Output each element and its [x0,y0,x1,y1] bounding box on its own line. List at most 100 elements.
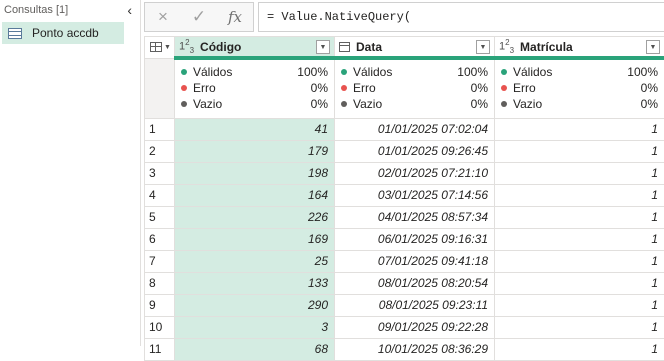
cell-matricula[interactable]: 1 [495,316,664,338]
quality-value: 0% [471,81,488,95]
table-row[interactable]: 522604/01/2025 08:57:341 [145,206,664,228]
column-quality-matricula: Válidos100% Erro0% Vazio0% [495,58,664,118]
filter-dropdown-icon[interactable]: ▼ [316,40,330,54]
cell-data[interactable]: 01/01/2025 07:02:04 [335,118,495,140]
table-row[interactable]: 10309/01/2025 09:22:281 [145,316,664,338]
quality-value: 0% [311,81,328,95]
table-row[interactable]: 416403/01/2025 07:14:561 [145,184,664,206]
query-item-ponto-accdb[interactable]: Ponto accdb [2,22,124,44]
cell-data[interactable]: 08/01/2025 09:23:11 [335,294,495,316]
cell-matricula[interactable]: 1 [495,294,664,316]
cell-codigo[interactable]: 179 [175,140,335,162]
cell-data[interactable]: 07/01/2025 09:41:18 [335,250,495,272]
cell-codigo[interactable]: 133 [175,272,335,294]
query-item-label: Ponto accdb [32,26,99,40]
quality-value: 0% [471,97,488,111]
column-name: Matrícula [520,40,573,54]
cell-data[interactable]: 01/01/2025 09:26:45 [335,140,495,162]
cell-matricula[interactable]: 1 [495,228,664,250]
filter-dropdown-icon[interactable]: ▼ [476,40,490,54]
cell-codigo[interactable]: 164 [175,184,335,206]
number-type-icon[interactable]: 123 [499,38,514,55]
cancel-icon[interactable]: × [150,7,176,27]
row-number[interactable]: 1 [145,118,175,140]
quality-label: Válidos [353,65,457,79]
cell-data[interactable]: 10/01/2025 08:36:29 [335,338,495,360]
table-row[interactable]: 813308/01/2025 08:20:541 [145,272,664,294]
cell-codigo[interactable]: 25 [175,250,335,272]
cell-data[interactable]: 06/01/2025 09:16:31 [335,228,495,250]
table-row[interactable]: 14101/01/2025 07:02:041 [145,118,664,140]
quality-label: Erro [353,81,471,95]
cell-matricula[interactable]: 1 [495,162,664,184]
row-number[interactable]: 2 [145,140,175,162]
cell-codigo[interactable]: 41 [175,118,335,140]
number-type-icon[interactable]: 123 [179,38,194,55]
row-number[interactable]: 9 [145,294,175,316]
column-header-codigo[interactable]: 123 Código ▼ [175,37,335,59]
table-icon [8,28,22,39]
empty-dot-icon [341,101,347,107]
row-number[interactable]: 7 [145,250,175,272]
cell-matricula[interactable]: 1 [495,206,664,228]
cell-data[interactable]: 03/01/2025 07:14:56 [335,184,495,206]
filter-dropdown-icon[interactable]: ▼ [646,40,660,54]
column-header-data[interactable]: Data ▼ [335,37,495,59]
column-name: Código [200,40,241,54]
quality-label: Válidos [513,65,627,79]
table-row[interactable]: 116810/01/2025 08:36:291 [145,338,664,360]
row-number[interactable]: 8 [145,272,175,294]
cell-codigo[interactable]: 226 [175,206,335,228]
quality-value: 100% [627,65,658,79]
chevron-left-icon[interactable]: ‹ [127,2,132,18]
cell-matricula[interactable]: 1 [495,118,664,140]
table-row[interactable]: 72507/01/2025 09:41:181 [145,250,664,272]
cell-data[interactable]: 09/01/2025 09:22:28 [335,316,495,338]
valid-dot-icon [181,69,187,75]
formula-input[interactable]: = Value.NativeQuery( [258,2,664,32]
empty-dot-icon [501,101,507,107]
cell-codigo[interactable]: 169 [175,228,335,250]
datetime-type-icon[interactable] [339,42,350,52]
table-row[interactable]: 319802/01/2025 07:21:101 [145,162,664,184]
queries-header: Consultas [1] ‹ [0,0,140,20]
cell-codigo[interactable]: 290 [175,294,335,316]
row-number[interactable]: 11 [145,338,175,360]
table-row[interactable]: 929008/01/2025 09:23:111 [145,294,664,316]
quality-value: 0% [311,97,328,111]
commit-icon[interactable]: ✓ [186,7,212,27]
cell-data[interactable]: 04/01/2025 08:57:34 [335,206,495,228]
column-quality-codigo: Válidos100% Erro0% Vazio0% [175,58,335,118]
cell-matricula[interactable]: 1 [495,338,664,360]
row-number[interactable]: 5 [145,206,175,228]
column-quality-data: Válidos100% Erro0% Vazio0% [335,58,495,118]
cell-codigo[interactable]: 198 [175,162,335,184]
row-number[interactable]: 10 [145,316,175,338]
row-number[interactable]: 4 [145,184,175,206]
quality-label: Erro [513,81,641,95]
cell-matricula[interactable]: 1 [495,140,664,162]
valid-dot-icon [341,69,347,75]
queries-pane: Consultas [1] ‹ Ponto accdb [0,0,141,346]
cell-matricula[interactable]: 1 [495,272,664,294]
quality-corner [145,58,175,118]
cell-data[interactable]: 02/01/2025 07:21:10 [335,162,495,184]
quality-value: 100% [297,65,328,79]
quality-label: Vazio [513,97,641,111]
row-number[interactable]: 3 [145,162,175,184]
table-menu-button[interactable]: ▼ [145,37,175,59]
table-row[interactable]: 616906/01/2025 09:16:311 [145,228,664,250]
cell-matricula[interactable]: 1 [495,250,664,272]
fx-icon[interactable]: fx [222,8,248,26]
table-row[interactable]: 217901/01/2025 09:26:451 [145,140,664,162]
cell-data[interactable]: 08/01/2025 08:20:54 [335,272,495,294]
cell-codigo[interactable]: 68 [175,338,335,360]
quality-value: 100% [457,65,488,79]
cell-codigo[interactable]: 3 [175,316,335,338]
row-number[interactable]: 6 [145,228,175,250]
cell-matricula[interactable]: 1 [495,184,664,206]
empty-dot-icon [181,101,187,107]
quality-value: 0% [641,97,658,111]
quality-label: Erro [193,81,311,95]
column-header-matricula[interactable]: 123 Matrícula ▼ [495,37,664,59]
